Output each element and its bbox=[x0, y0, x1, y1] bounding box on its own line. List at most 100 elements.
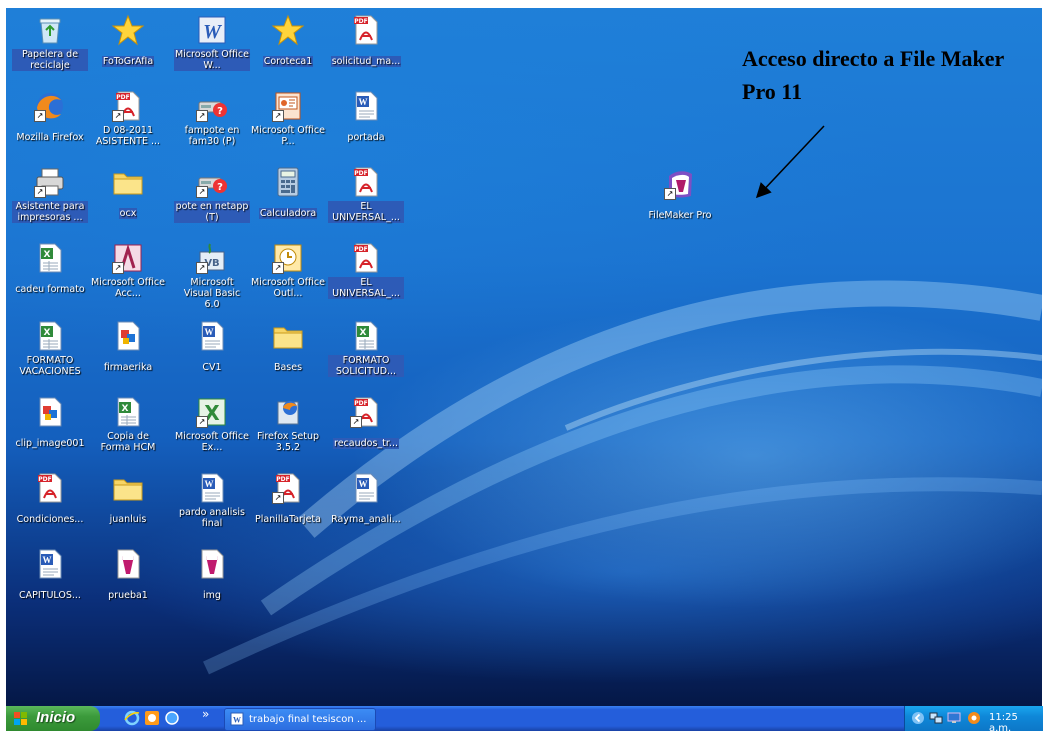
desktop-icon[interactable]: ↗ Microsoft Office Outl... bbox=[250, 242, 326, 300]
shortcut-arrow-icon: ↗ bbox=[350, 416, 362, 428]
desktop-icon-label: clip_image001 bbox=[15, 438, 85, 449]
printer-icon: ↗ bbox=[34, 166, 66, 198]
desktop-icon[interactable]: X FORMATO SOLICITUD... bbox=[328, 320, 404, 378]
desktop-icon-label: Copia de Forma HCM bbox=[100, 431, 156, 453]
desktop-icon[interactable]: ↗ Mozilla Firefox bbox=[12, 90, 88, 144]
svg-text:W: W bbox=[205, 327, 214, 337]
annotation-arrow bbox=[755, 125, 825, 199]
desktop-icon[interactable]: firmaerika bbox=[90, 320, 166, 374]
shortcut-arrow-icon: ↗ bbox=[34, 110, 46, 122]
desktop-icon[interactable]: X ↗ Microsoft Office Ex... bbox=[174, 396, 250, 454]
desktop-icon-label: portada bbox=[347, 132, 385, 143]
security-icon[interactable] bbox=[967, 711, 981, 725]
start-button[interactable]: Inicio bbox=[6, 706, 100, 731]
excel-doc-icon: X bbox=[350, 320, 382, 352]
desktop-icon[interactable]: VB ↗ Microsoft Visual Basic 6.0 bbox=[174, 242, 250, 311]
desktop-icon[interactable]: Wportada bbox=[328, 90, 404, 144]
desktop-icon-label: Microsoft Visual Basic 6.0 bbox=[183, 277, 241, 310]
calculator-icon bbox=[272, 166, 304, 198]
shortcut-arrow-icon: ↗ bbox=[196, 186, 208, 198]
pdf-icon: PDF ↗ bbox=[112, 90, 144, 122]
filemaker-doc-icon bbox=[112, 548, 144, 580]
desktop-icon[interactable]: ? ↗ fampote en fam30 (P) bbox=[174, 90, 250, 148]
desktop-icon[interactable]: PDF EL UNIVERSAL_... bbox=[328, 166, 404, 224]
desktop-icon-label: recaudos_tr... bbox=[333, 438, 399, 449]
desktop-icon[interactable]: ? ↗ pote en netapp (T) bbox=[174, 166, 250, 224]
desktop-icon[interactable]: Papelera de reciclaje bbox=[12, 14, 88, 72]
desktop-icon[interactable]: X Copia de Forma HCM bbox=[90, 396, 166, 454]
svg-text:W: W bbox=[359, 97, 368, 107]
system-tray: 11:25 a.m. bbox=[904, 706, 1043, 734]
desktop-icon[interactable]: PDF ↗ PlanillaTarjeta bbox=[250, 472, 326, 526]
svg-text:W: W bbox=[359, 479, 368, 489]
arrow-left-icon[interactable] bbox=[911, 711, 925, 725]
desktop-icon-label: Mozilla Firefox bbox=[16, 132, 84, 143]
desktop-icon[interactable]: juanluis bbox=[90, 472, 166, 526]
internet-explorer-icon[interactable] bbox=[124, 710, 140, 726]
desktop-icon[interactable]: Wpardo analisis final bbox=[174, 472, 250, 530]
browser-icon[interactable] bbox=[164, 710, 180, 726]
desktop-icon[interactable]: ↗ Microsoft Office P... bbox=[250, 90, 326, 148]
media-icon[interactable] bbox=[144, 710, 160, 726]
desktop-icon[interactable]: Firefox Setup 3.5.2 bbox=[250, 396, 326, 454]
desktop-icon[interactable]: ↗ Asistente para impresoras ... bbox=[12, 166, 88, 224]
desktop-icon[interactable]: ↗ FileMaker Pro bbox=[642, 168, 718, 222]
desktop-icon[interactable]: clip_image001 bbox=[12, 396, 88, 450]
desktop-icon-label: Microsoft Office Acc... bbox=[91, 277, 165, 299]
desktop-icon[interactable]: PDF Condiciones... bbox=[12, 472, 88, 526]
svg-text:W: W bbox=[205, 479, 214, 489]
desktop-icon-label: EL UNIVERSAL_... bbox=[328, 277, 404, 299]
quick-launch-overflow[interactable]: » bbox=[202, 707, 209, 721]
desktop-icon[interactable]: W CV1 bbox=[174, 320, 250, 374]
word-doc-icon: W bbox=[350, 472, 382, 504]
svg-text:W: W bbox=[43, 555, 52, 565]
desktop-icon[interactable]: PDF EL UNIVERSAL_... bbox=[328, 242, 404, 300]
desktop-icon[interactable]: prueba1 bbox=[90, 548, 166, 602]
desktop-icon[interactable]: PDF ↗ D 08-2011 ASISTENTE ... bbox=[90, 90, 166, 148]
excel-doc-icon: X bbox=[112, 396, 144, 428]
word-doc-icon: W bbox=[230, 712, 244, 726]
shortcut-arrow-icon: ↗ bbox=[272, 262, 284, 274]
desktop-icon-label: pardo analisis final bbox=[179, 507, 245, 529]
pdf-icon: PDF ↗ bbox=[350, 396, 382, 428]
recycle-bin-icon bbox=[34, 14, 66, 46]
svg-text:X: X bbox=[44, 328, 51, 338]
desktop-icon[interactable]: Xcadeu formato bbox=[12, 242, 88, 296]
taskbar-item-word[interactable]: W trabajo final tesiscon ... bbox=[224, 708, 376, 731]
desktop-icon[interactable]: ↗ Microsoft Office Acc... bbox=[90, 242, 166, 300]
desktop-icon-label: Microsoft Office W... bbox=[174, 49, 250, 71]
taskbar-item-label: trabajo final tesiscon ... bbox=[249, 714, 367, 725]
desktop-icon[interactable]: img bbox=[174, 548, 250, 602]
svg-text:PDF: PDF bbox=[354, 246, 367, 253]
desktop-icon[interactable]: X FORMATO VACACIONES bbox=[12, 320, 88, 378]
desktop-icon[interactable]: W Microsoft Office W... bbox=[174, 14, 250, 72]
network-icon[interactable] bbox=[929, 711, 943, 725]
svg-text:PDF: PDF bbox=[354, 18, 367, 25]
desktop-icon[interactable]: PDF ↗ recaudos_tr... bbox=[328, 396, 404, 450]
desktop-icon-label: CAPITULOS... bbox=[19, 590, 81, 601]
word-doc-icon: W bbox=[34, 548, 66, 580]
svg-text:X: X bbox=[360, 328, 367, 338]
desktop-icon-label: Coroteca1 bbox=[262, 56, 314, 67]
desktop-icon[interactable]: PDF solicitud_ma... bbox=[328, 14, 404, 68]
installer-icon bbox=[272, 396, 304, 428]
desktop-icon[interactable]: W Rayma_anali... bbox=[328, 472, 404, 526]
desktop-icon[interactable]: Calculadora bbox=[250, 166, 326, 220]
desktop-icon-label: prueba1 bbox=[108, 590, 148, 601]
folder-icon bbox=[272, 320, 304, 352]
word-doc-icon: W bbox=[196, 320, 228, 352]
excel-doc-icon: X bbox=[34, 242, 66, 274]
start-label: Inicio bbox=[36, 709, 76, 726]
desktop-icon[interactable]: W CAPITULOS... bbox=[12, 548, 88, 602]
filemaker-doc-icon bbox=[196, 548, 228, 580]
desktop-icon-label: solicitud_ma... bbox=[330, 56, 402, 67]
desktop-icon[interactable]: Coroteca1 bbox=[250, 14, 326, 68]
desktop-icon[interactable]: FoToGrAfIa bbox=[90, 14, 166, 68]
desktop-icon-label: D 08-2011 ASISTENTE ... bbox=[95, 125, 161, 147]
desktop-icon[interactable]: Bases bbox=[250, 320, 326, 374]
desktop-icon-label: ocx bbox=[118, 208, 138, 219]
desktop-icon-label: Microsoft Office P... bbox=[251, 125, 325, 147]
display-icon[interactable] bbox=[947, 711, 961, 725]
desktop-icon-label: Papelera de reciclaje bbox=[12, 49, 88, 71]
desktop-icon[interactable]: ocx bbox=[90, 166, 166, 220]
